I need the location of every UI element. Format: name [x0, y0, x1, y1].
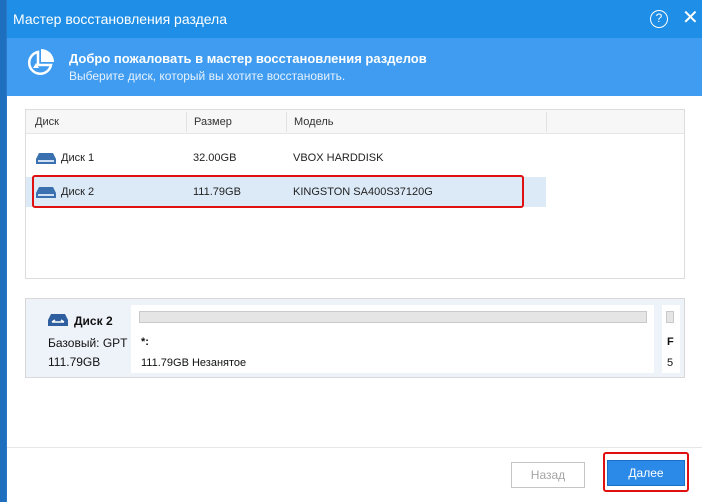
partition-recovery-icon — [28, 49, 54, 75]
help-icon[interactable]: ? — [650, 10, 668, 28]
partition-usage-bar — [139, 311, 647, 323]
disk-summary-type: Базовый: GPT — [48, 336, 128, 350]
hard-disk-icon — [48, 314, 68, 326]
disk-name-cell: Диск 1 — [61, 152, 95, 164]
disk-size-cell: 32.00GB — [193, 152, 237, 164]
column-header-size[interactable]: Размер — [194, 116, 232, 128]
column-header-disk[interactable]: Диск — [35, 116, 59, 128]
table-header: Диск Размер Модель — [26, 110, 684, 134]
banner-heading: Добро пожаловать в мастер восстановления… — [69, 51, 427, 66]
column-divider[interactable] — [546, 112, 547, 132]
hard-disk-icon — [36, 153, 56, 164]
back-button[interactable]: Назад — [511, 462, 585, 488]
disk-model-cell: VBOX HARDDISK — [293, 152, 384, 164]
disk-summary-size: 111.79GB — [48, 355, 101, 369]
red-highlight-annotation — [603, 452, 689, 492]
partition-info: 5 — [667, 357, 674, 369]
partition-block-secondary[interactable]: F 5 — [662, 305, 680, 373]
disk-summary-name: Диск 2 — [74, 314, 113, 328]
title-bar: Мастер восстановления раздела ? ✕ — [7, 0, 702, 38]
banner-subtitle: Выберите диск, который вы хотите восстан… — [69, 69, 346, 83]
footer-divider — [7, 447, 702, 448]
partition-label: F — [667, 336, 674, 348]
partition-block[interactable]: *: 111.79GB Незанятое — [131, 305, 654, 373]
disk-table: Диск Размер Модель Диск 1 32.00GB VBOX H… — [25, 109, 685, 279]
partition-label: *: — [141, 336, 149, 348]
disk-details-panel: Диск 2 Базовый: GPT 111.79GB *: 111.79GB… — [25, 298, 685, 378]
table-row[interactable]: Диск 1 32.00GB VBOX HARDDISK — [26, 143, 546, 173]
red-highlight-annotation — [32, 175, 524, 208]
partition-info: 111.79GB Незанятое — [141, 357, 247, 369]
close-icon[interactable]: ✕ — [682, 7, 699, 29]
welcome-banner: Добро пожаловать в мастер восстановления… — [7, 38, 702, 96]
column-header-model[interactable]: Модель — [294, 116, 333, 128]
recovery-wizard-window: Мастер восстановления раздела ? ✕ Добро … — [6, 0, 702, 502]
column-divider[interactable] — [286, 112, 287, 132]
window-title: Мастер восстановления раздела — [13, 11, 228, 27]
partition-usage-bar — [666, 311, 674, 323]
column-divider[interactable] — [186, 112, 187, 132]
